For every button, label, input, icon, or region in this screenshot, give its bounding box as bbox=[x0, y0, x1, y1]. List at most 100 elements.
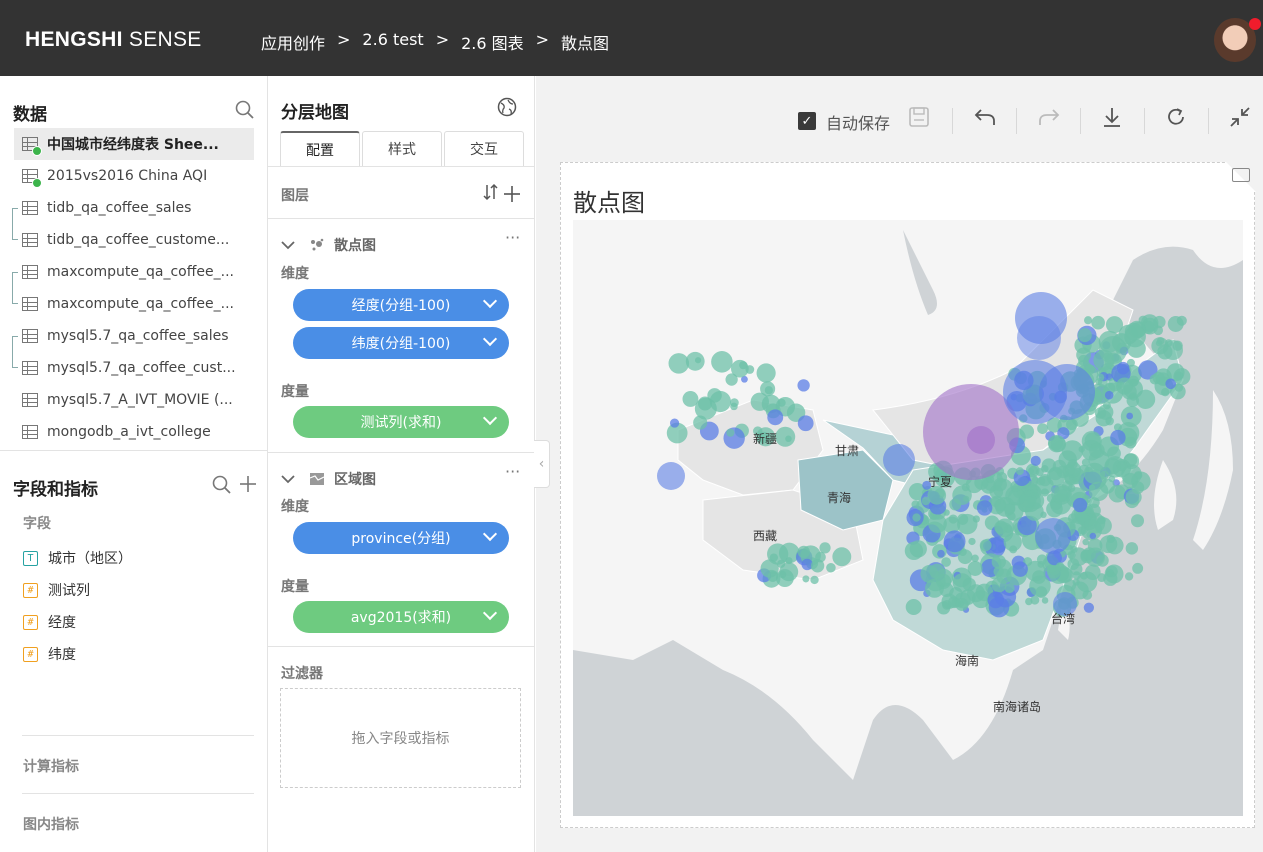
field-item[interactable]: T 城市（地区） bbox=[23, 548, 132, 568]
scatter-point[interactable] bbox=[1070, 563, 1083, 576]
scatter-point[interactable] bbox=[1015, 467, 1024, 476]
scatter-point[interactable] bbox=[952, 573, 972, 593]
app-logo[interactable]: HENGSHI SENSE bbox=[25, 28, 202, 52]
scatter-point[interactable] bbox=[952, 485, 972, 506]
scatter-point[interactable] bbox=[1041, 597, 1049, 604]
scatter-point[interactable] bbox=[1048, 434, 1066, 453]
card-menu-icon[interactable] bbox=[1232, 168, 1250, 182]
scatter-point[interactable] bbox=[1085, 547, 1106, 567]
dataset-item[interactable]: maxcompute_qa_coffee_... bbox=[14, 288, 254, 320]
field-item[interactable]: # 纬度 bbox=[23, 644, 76, 664]
scatter-point[interactable] bbox=[778, 570, 787, 579]
scatter-point[interactable] bbox=[943, 530, 966, 553]
scatter-point[interactable] bbox=[1103, 571, 1118, 586]
scatter-point[interactable] bbox=[767, 571, 779, 582]
scatter-point[interactable] bbox=[694, 357, 702, 364]
scatter-point[interactable] bbox=[1131, 481, 1145, 494]
layer-scatter-header[interactable]: 散点图 bbox=[281, 235, 376, 255]
scatter-point[interactable] bbox=[971, 554, 979, 562]
dataset-item[interactable]: mysql5.7_qa_coffee_cust... bbox=[14, 352, 254, 384]
scatter-point[interactable] bbox=[707, 388, 722, 403]
scatter-point[interactable] bbox=[1030, 455, 1041, 466]
scatter-point[interactable] bbox=[1117, 381, 1125, 389]
scatter-point[interactable] bbox=[670, 418, 680, 428]
scatter-point[interactable] bbox=[1019, 424, 1035, 439]
scatter-point[interactable] bbox=[711, 351, 733, 373]
scatter-point[interactable] bbox=[967, 561, 983, 576]
dataset-item[interactable]: mysql5.7_qa_coffee_sales bbox=[14, 320, 254, 352]
scatter-point[interactable] bbox=[1012, 561, 1028, 577]
dataset-item[interactable]: 2015vs2016 China AQI bbox=[14, 160, 254, 192]
dataset-item[interactable]: tidb_qa_coffee_sales bbox=[14, 192, 254, 224]
scatter-point[interactable] bbox=[1110, 429, 1126, 446]
save-icon[interactable] bbox=[908, 106, 930, 134]
scatter-point[interactable] bbox=[1149, 374, 1160, 385]
scatter-point[interactable] bbox=[979, 539, 992, 552]
scatter-point[interactable] bbox=[764, 386, 773, 395]
scatter-point[interactable] bbox=[1088, 484, 1096, 491]
scatter-point[interactable] bbox=[1163, 340, 1183, 360]
scatter-point[interactable] bbox=[657, 462, 685, 490]
breadcrumb-item[interactable]: 应用创作 bbox=[261, 30, 325, 54]
collapse-panel-button[interactable]: ‹ bbox=[534, 440, 550, 488]
dataset-item[interactable]: 中国城市经纬度表 Shee... bbox=[14, 128, 254, 160]
scatter-point[interactable] bbox=[832, 547, 852, 567]
scatter-point[interactable] bbox=[777, 559, 786, 568]
scatter-point[interactable] bbox=[1097, 515, 1106, 525]
scatter-point[interactable] bbox=[967, 426, 995, 454]
scatter-point[interactable] bbox=[1072, 497, 1088, 513]
field-item[interactable]: # 经度 bbox=[23, 612, 76, 632]
scatter-point[interactable] bbox=[826, 563, 836, 573]
scatter-point[interactable] bbox=[668, 353, 690, 374]
undo-icon[interactable] bbox=[973, 106, 997, 134]
refresh-icon[interactable] bbox=[1165, 106, 1187, 134]
more-icon[interactable]: ··· bbox=[505, 462, 520, 482]
scatter-point[interactable] bbox=[905, 598, 922, 615]
scatter-point[interactable] bbox=[1017, 316, 1061, 360]
scatter-point[interactable] bbox=[1067, 550, 1076, 560]
scatter-point[interactable] bbox=[987, 591, 1005, 609]
scatter-point[interactable] bbox=[1076, 347, 1091, 363]
scatter-point[interactable] bbox=[1100, 478, 1115, 494]
scatter-point[interactable] bbox=[1077, 328, 1092, 343]
scatter-point[interactable] bbox=[1091, 315, 1105, 330]
tab-config[interactable]: 配置 bbox=[280, 131, 360, 167]
scatter-point[interactable] bbox=[1065, 461, 1082, 478]
scatter-point[interactable] bbox=[693, 415, 708, 430]
dataset-item[interactable]: tidb_qa_coffee_custome... bbox=[14, 224, 254, 256]
scatter-point[interactable] bbox=[819, 542, 831, 554]
scatter-point[interactable] bbox=[1130, 514, 1145, 528]
scatter-point[interactable] bbox=[1086, 503, 1101, 518]
scatter-point[interactable] bbox=[928, 514, 947, 534]
field-item[interactable]: # 测试列 bbox=[23, 580, 90, 600]
tab-style[interactable]: 样式 bbox=[362, 131, 442, 167]
scatter-point[interactable] bbox=[1173, 368, 1191, 386]
search-icon[interactable] bbox=[212, 475, 232, 498]
scatter-point[interactable] bbox=[941, 593, 957, 609]
scatter-point[interactable] bbox=[1055, 562, 1065, 571]
scatter-point[interactable] bbox=[912, 513, 921, 522]
download-icon[interactable] bbox=[1101, 106, 1123, 134]
inner-metrics-label[interactable]: 图内指标 bbox=[23, 814, 79, 834]
scatter-point[interactable] bbox=[1078, 446, 1085, 453]
scatter-point[interactable] bbox=[1089, 532, 1097, 540]
layer-region-header[interactable]: 区域图 bbox=[281, 469, 376, 489]
scatter-point[interactable] bbox=[991, 554, 1006, 569]
scatter-point[interactable] bbox=[1032, 570, 1046, 584]
scatter-point[interactable] bbox=[1084, 316, 1093, 325]
scatter-point[interactable] bbox=[1129, 392, 1138, 401]
search-icon[interactable] bbox=[235, 100, 255, 123]
scatter-point[interactable] bbox=[797, 545, 810, 559]
scatter-point[interactable] bbox=[920, 565, 939, 583]
scatter-point[interactable] bbox=[797, 415, 814, 432]
dataset-item[interactable]: maxcompute_qa_coffee_... bbox=[14, 256, 254, 288]
scatter-point[interactable] bbox=[937, 549, 945, 558]
autosave-checkbox[interactable]: ✓ bbox=[798, 112, 816, 130]
dataset-item[interactable]: mysql5.7_A_IVT_MOVIE (... bbox=[14, 384, 254, 416]
scatter-point[interactable] bbox=[1077, 526, 1086, 535]
scatter-point[interactable] bbox=[948, 514, 958, 524]
dimension-pill[interactable]: 纬度(分组-100) bbox=[293, 327, 509, 359]
scatter-point[interactable] bbox=[1039, 364, 1095, 420]
measure-pill[interactable]: avg2015(求和) bbox=[293, 601, 509, 633]
scatter-point[interactable] bbox=[991, 577, 1007, 593]
